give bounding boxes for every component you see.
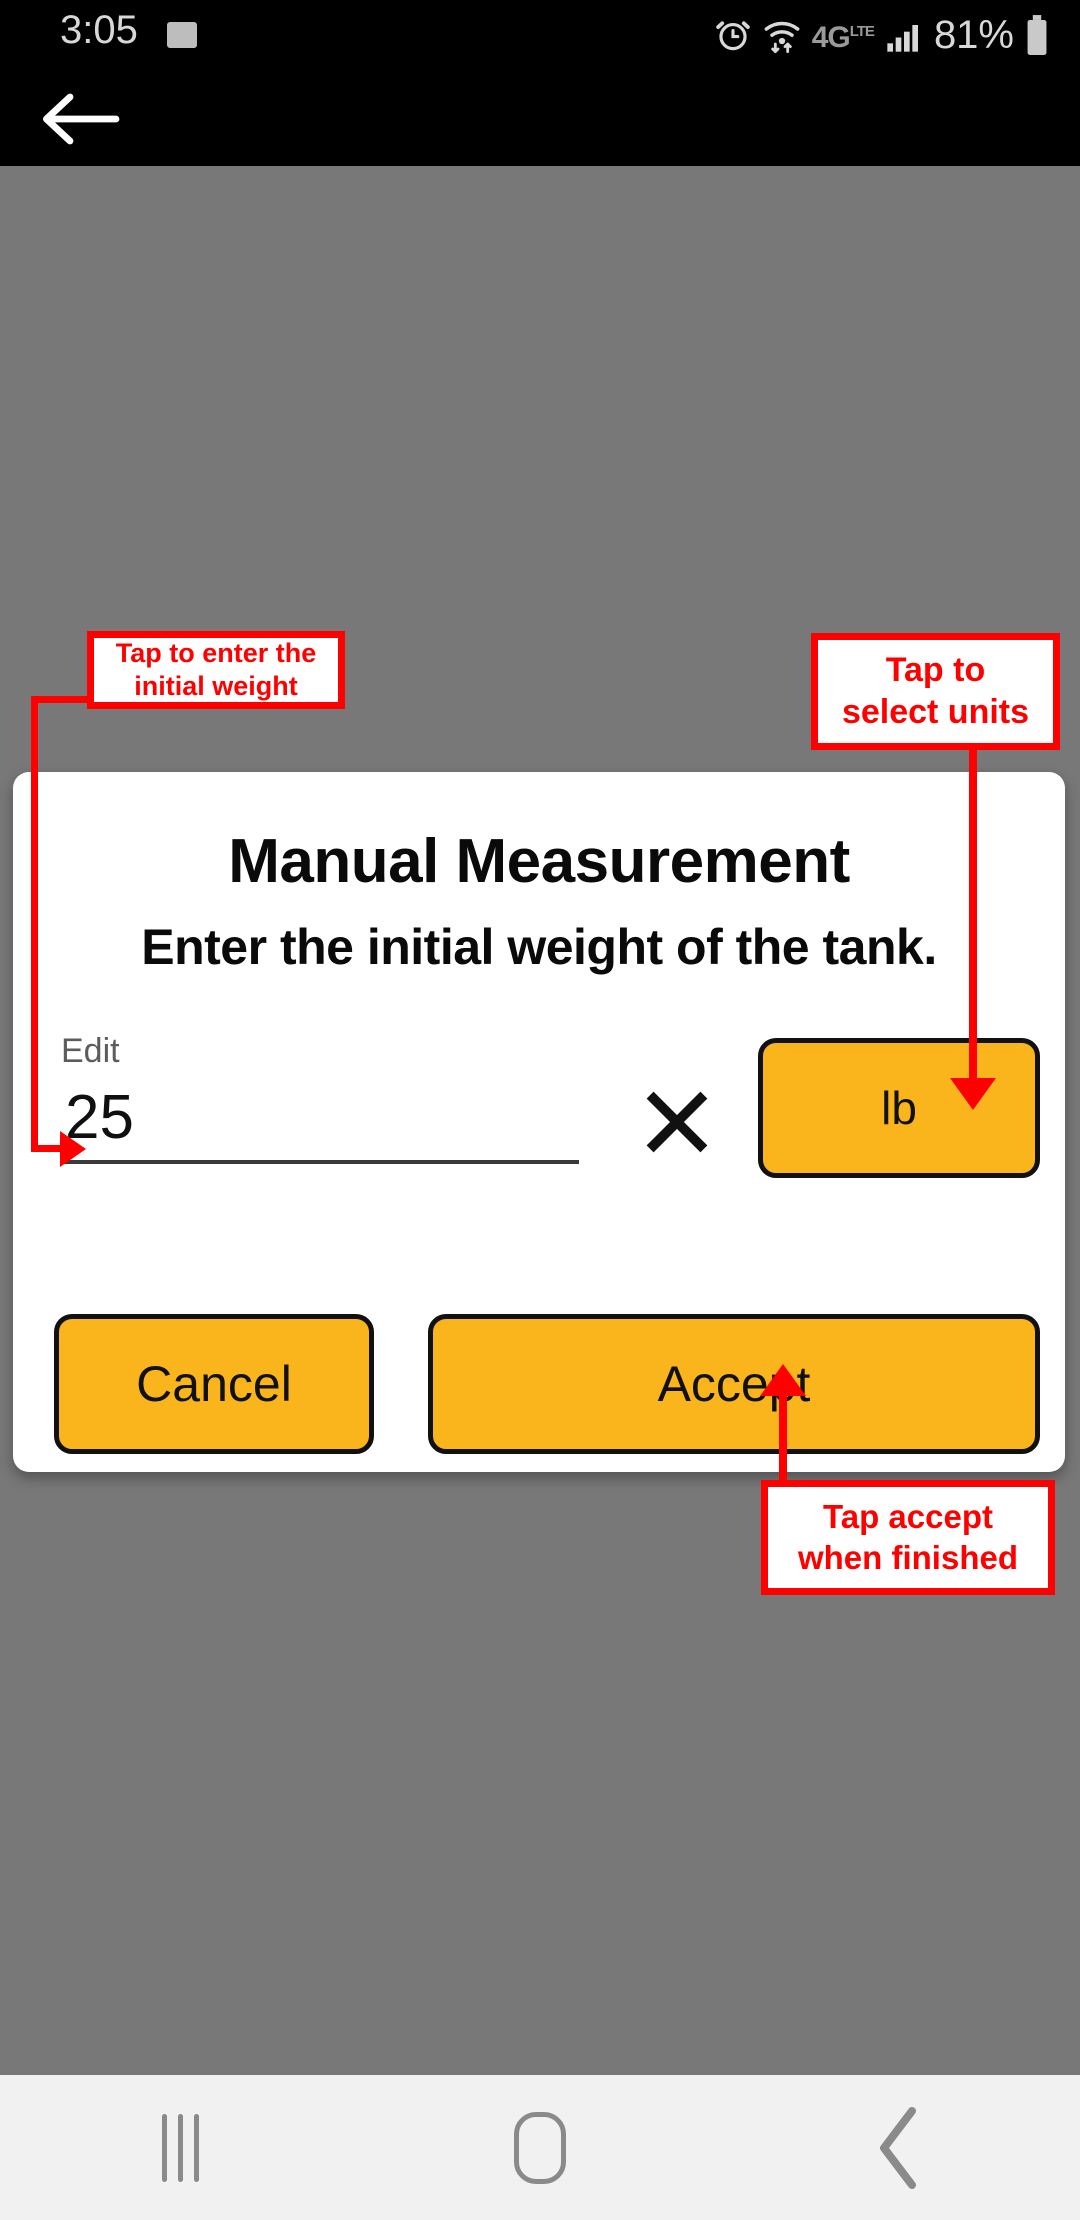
wifi-icon [764, 21, 800, 54]
nav-recents-button[interactable] [90, 2093, 270, 2203]
nav-back-button[interactable] [810, 2093, 990, 2203]
annotation-tap-accept: Tap accept when finished [761, 1480, 1055, 1595]
lte-icon: 4GLTE [811, 21, 875, 54]
status-bar: 3:05 4GLTE 81% [0, 0, 1080, 70]
annotation-connector-enter-weight [31, 696, 89, 703]
weight-input-row: Edit lb [13, 1032, 1065, 1192]
annotation-line-2: initial weight [134, 671, 298, 701]
annotation-line-2: select units [841, 692, 1030, 731]
status-icons-group: 4GLTE 81% [714, 12, 1050, 58]
cancel-button[interactable]: Cancel [54, 1314, 374, 1454]
annotation-connector-select-units [969, 748, 977, 1086]
unit-select-button[interactable]: lb [758, 1038, 1040, 1178]
annotation-enter-weight: Tap to enter the initial weight [87, 631, 345, 709]
manual-measurement-dialog: Manual Measurement Enter the initial wei… [13, 772, 1065, 1472]
annotation-line-1: Tap to enter the [115, 638, 317, 669]
alarm-icon [715, 21, 750, 51]
app-bar [0, 70, 1080, 166]
signal-icon [887, 25, 918, 52]
clear-input-button[interactable] [639, 1084, 715, 1160]
annotation-arrow-select-units [950, 1078, 996, 1110]
cancel-button-label: Cancel [136, 1356, 292, 1412]
unit-select-label: lb [881, 1082, 917, 1134]
back-arrow-button[interactable] [40, 88, 120, 150]
back-arrow-icon [43, 93, 120, 145]
nav-home-button[interactable] [450, 2093, 630, 2203]
annotation-line-2: when finished [797, 1538, 1018, 1576]
annotation-connector-tap-accept [779, 1392, 787, 1484]
home-icon [514, 2111, 566, 2184]
gallery-icon [167, 22, 197, 48]
android-nav-bar [0, 2075, 1080, 2220]
phone-screen: 3:05 4GLTE 81% Manual Measurement Enter … [0, 0, 1080, 2220]
dialog-title: Manual Measurement [228, 827, 850, 896]
recents-icon [161, 2113, 199, 2182]
annotation-select-units: Tap to select units [811, 633, 1060, 750]
weight-input-label: Edit [61, 1032, 120, 1070]
annotation-arrow-enter-weight [60, 1131, 86, 1167]
annotation-arrow-tap-accept [760, 1364, 806, 1396]
close-x-icon [646, 1091, 708, 1153]
annotation-line-1: Tap to [885, 651, 986, 690]
back-chevron-icon [880, 2106, 916, 2189]
accept-button[interactable]: Accept [428, 1314, 1040, 1454]
status-time: 3:05 [60, 8, 138, 52]
annotation-line-1: Tap accept [823, 1498, 993, 1536]
battery-percent-label: 81% [933, 13, 1014, 57]
battery-icon [1027, 15, 1047, 55]
weight-input[interactable] [61, 1080, 579, 1164]
annotation-connector-enter-weight [31, 696, 38, 1152]
dialog-subtitle: Enter the initial weight of the tank. [141, 919, 937, 975]
